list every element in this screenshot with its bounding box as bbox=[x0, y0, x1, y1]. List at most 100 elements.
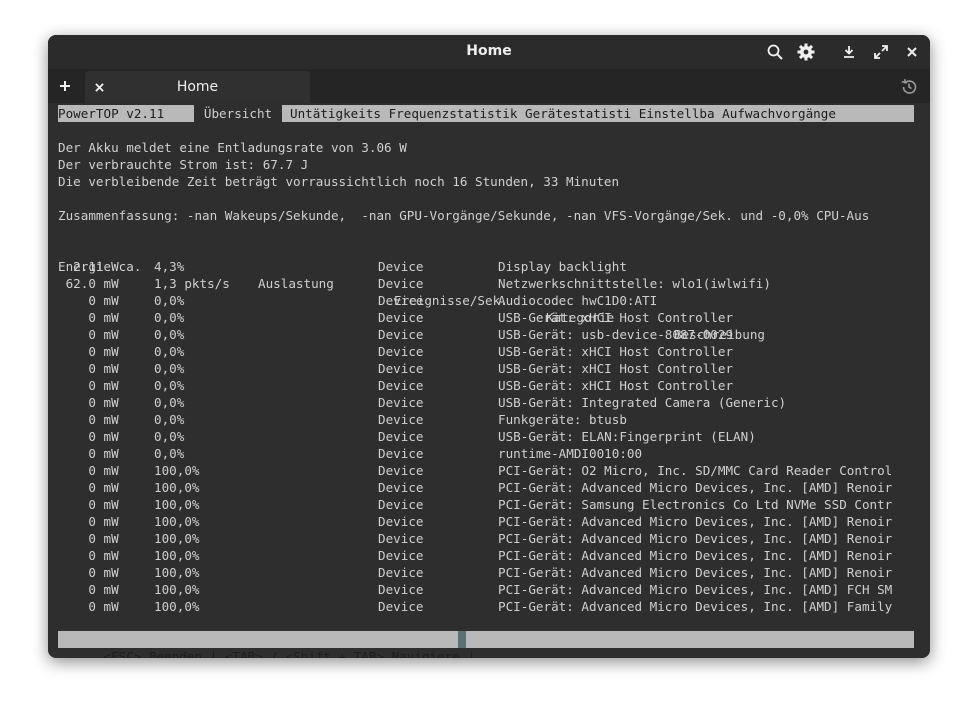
row-energy: 0 mW bbox=[58, 548, 119, 563]
summary-line: Der verbrauchte Strom ist: 67.7 J bbox=[58, 157, 309, 172]
terminal-window: Home Home PowerTOP v2.11 Übersicht Untät… bbox=[48, 35, 930, 658]
row-usage: 1,3 pkts/s bbox=[154, 276, 230, 291]
row-description: PCI-Gerät: Advanced Micro Devices, Inc. … bbox=[498, 514, 893, 529]
row-category: Device bbox=[378, 412, 424, 427]
row-category: Device bbox=[378, 582, 424, 597]
table-row: 0 mW 100,0% Device PCI-Gerät: Advanced Micr… bbox=[58, 547, 914, 564]
table-row: 0 mW 0,0% Device USB-Gerät: xHCI Host Contr… bbox=[58, 360, 914, 377]
row-category: Device bbox=[378, 548, 424, 563]
row-category: Device bbox=[378, 276, 424, 291]
table-row: 0 mW 100,0% Device PCI-Gerät: Advanced Micr… bbox=[58, 581, 914, 598]
close-icon bbox=[907, 47, 917, 57]
table-row: 0 mW 0,0% Device USB-Gerät: Integrated Came… bbox=[58, 394, 914, 411]
tab-home[interactable]: Home bbox=[85, 71, 310, 103]
row-usage: 100,0% bbox=[154, 480, 200, 495]
table-header: Energie ca. Auslastung Ereignisse/Sek. K… bbox=[58, 241, 914, 342]
row-category: Device bbox=[378, 378, 424, 393]
table-row: 0 mW 100,0% Device PCI-Gerät: Advanced Micr… bbox=[58, 564, 914, 581]
row-category: Device bbox=[378, 361, 424, 376]
row-energy: 0 mW bbox=[58, 412, 119, 427]
row-energy: 0 mW bbox=[58, 463, 119, 478]
row-description: USB-Gerät: xHCI Host Controller bbox=[498, 361, 734, 376]
table-row: 0 mW 0,0% Device USB-Gerät: xHCI Host Contr… bbox=[58, 343, 914, 360]
menu-other-tabs[interactable]: Untätigkeits Frequenzstatistik Gerätesta… bbox=[290, 105, 836, 122]
row-usage: 100,0% bbox=[154, 497, 200, 512]
row-usage: 100,0% bbox=[154, 531, 200, 546]
row-usage: 100,0% bbox=[154, 565, 200, 580]
search-icon bbox=[767, 44, 783, 60]
row-energy: 0 mW bbox=[58, 599, 119, 614]
row-description: Audiocodec hwC1D0:ATI bbox=[498, 293, 658, 308]
download-icon bbox=[844, 46, 854, 58]
table-row: 0 mW 100,0% Device PCI-Gerät: Advanced Micr… bbox=[58, 513, 914, 530]
gear-icon bbox=[797, 43, 815, 61]
row-description: PCI-Gerät: Samsung Electronics Co Ltd NV… bbox=[498, 497, 893, 512]
row-energy: 0 mW bbox=[58, 582, 119, 597]
table-row: 0 mW 0,0% Device USB-Gerät: usb-device-8087… bbox=[58, 326, 914, 343]
row-description: USB-Gerät: usb-device-8087-0029 bbox=[498, 327, 734, 342]
row-energy: 0 mW bbox=[58, 361, 119, 376]
row-usage: 0,0% bbox=[154, 293, 185, 308]
row-category: Device bbox=[378, 259, 424, 274]
menu-tab-overview[interactable]: Übersicht bbox=[194, 105, 282, 122]
search-button[interactable] bbox=[764, 41, 786, 63]
row-usage: 0,0% bbox=[154, 446, 185, 461]
terminal-cursor bbox=[458, 631, 466, 648]
table-row: 0 mW 100,0% Device PCI-Gerät: Advanced Micr… bbox=[58, 530, 914, 547]
row-description: USB-Gerät: xHCI Host Controller bbox=[498, 378, 734, 393]
row-energy: 0 mW bbox=[58, 514, 119, 529]
row-description: PCI-Gerät: Advanced Micro Devices, Inc. … bbox=[498, 599, 893, 614]
row-category: Device bbox=[378, 480, 424, 495]
tab-bar: Home bbox=[48, 69, 930, 103]
row-usage: 100,0% bbox=[154, 599, 200, 614]
fullscreen-button[interactable] bbox=[870, 41, 892, 63]
row-usage: 100,0% bbox=[154, 463, 200, 478]
row-usage: 0,0% bbox=[154, 412, 185, 427]
row-category: Device bbox=[378, 293, 424, 308]
row-energy: 0 mW bbox=[58, 293, 119, 308]
new-tab-button[interactable] bbox=[56, 77, 74, 95]
download-button[interactable] bbox=[838, 41, 860, 63]
close-window-button[interactable] bbox=[901, 41, 923, 63]
row-usage: 0,0% bbox=[154, 429, 185, 444]
summary-line: Der Akku meldet eine Entladungsrate von … bbox=[58, 140, 407, 155]
powertop-menu-bar: PowerTOP v2.11 Übersicht Untätigkeits Fr… bbox=[58, 105, 914, 122]
row-usage: 0,0% bbox=[154, 361, 185, 376]
row-category: Device bbox=[378, 344, 424, 359]
row-description: Display backlight bbox=[498, 259, 627, 274]
row-description: PCI-Gerät: Advanced Micro Devices, Inc. … bbox=[498, 548, 893, 563]
row-description: PCI-Gerät: Advanced Micro Devices, Inc. … bbox=[498, 531, 893, 546]
row-category: Device bbox=[378, 514, 424, 529]
row-energy: 0 mW bbox=[58, 565, 119, 580]
row-usage: 0,0% bbox=[154, 310, 185, 325]
fullscreen-icon bbox=[874, 45, 888, 59]
table-row: 0 mW 0,0% Device runtime-AMDI0010:00 bbox=[58, 445, 914, 462]
row-description: PCI-Gerät: O2 Micro, Inc. SD/MMC Card Re… bbox=[498, 463, 893, 478]
row-energy: 0 mW bbox=[58, 395, 119, 410]
table-row: 0 mW 100,0% Device PCI-Gerät: Advanced Micr… bbox=[58, 479, 914, 496]
row-energy: 0 mW bbox=[58, 327, 119, 342]
row-category: Device bbox=[378, 446, 424, 461]
row-energy: 0 mW bbox=[58, 378, 119, 393]
row-category: Device bbox=[378, 497, 424, 512]
row-energy: 0 mW bbox=[58, 446, 119, 461]
history-button[interactable] bbox=[900, 78, 918, 96]
table-row: 0 mW 0,0% Device USB-Gerät: xHCI Host Contr… bbox=[58, 309, 914, 326]
settings-button[interactable] bbox=[795, 41, 817, 63]
row-category: Device bbox=[378, 395, 424, 410]
terminal-area[interactable]: PowerTOP v2.11 Übersicht Untätigkeits Fr… bbox=[58, 105, 914, 658]
plus-icon bbox=[60, 81, 70, 91]
row-energy: 2.11 W bbox=[58, 259, 119, 274]
row-category: Device bbox=[378, 429, 424, 444]
row-energy: 0 mW bbox=[58, 429, 119, 444]
row-description: Funkgeräte: btusb bbox=[498, 412, 627, 427]
row-energy: 0 mW bbox=[58, 497, 119, 512]
row-description: PCI-Gerät: Advanced Micro Devices, Inc. … bbox=[498, 582, 893, 597]
row-usage: 0,0% bbox=[154, 378, 185, 393]
row-description: USB-Gerät: ELAN:Fingerprint (ELAN) bbox=[498, 429, 756, 444]
row-usage: 0,0% bbox=[154, 395, 185, 410]
table-row: 62.0 mW 1,3 pkts/s Device Netzwerkschnittst… bbox=[58, 275, 914, 292]
row-description: USB-Gerät: xHCI Host Controller bbox=[498, 344, 734, 359]
table-row: 0 mW 0,0% Device Audiocodec hwC1D0:ATI bbox=[58, 292, 914, 309]
table-row: 0 mW 100,0% Device PCI-Gerät: Samsung Elect… bbox=[58, 496, 914, 513]
